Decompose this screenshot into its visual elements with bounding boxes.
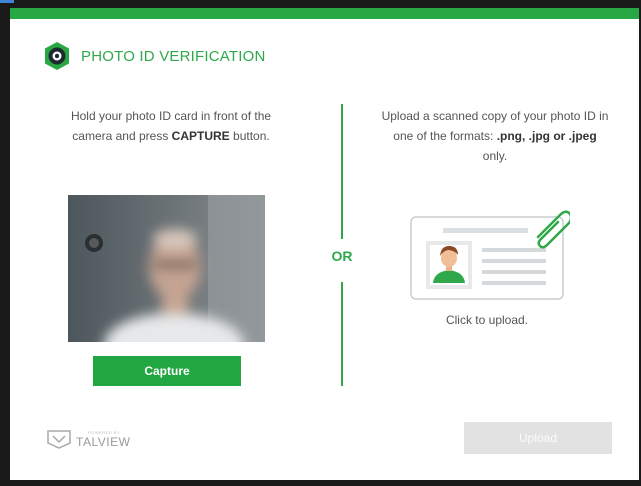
or-separator: OR [331, 248, 353, 264]
capture-instructions: Hold your photo ID card in front of the … [51, 106, 291, 146]
vertical-divider-bottom [341, 282, 343, 386]
window-corner-mark [0, 0, 14, 3]
webcam-feed-image [68, 195, 265, 342]
page-title: PHOTO ID VERIFICATION [81, 47, 266, 65]
capture-instruction-end: button. [229, 129, 270, 143]
brand-name: TALVIEW [76, 434, 131, 449]
photo-id-verification-modal: PHOTO ID VERIFICATION Hold your photo ID… [10, 8, 639, 480]
webcam-preview [68, 195, 265, 342]
capture-keyword: CAPTURE [171, 129, 230, 143]
vertical-divider-top [341, 104, 343, 239]
talview-logo: POWERED BY TALVIEW [46, 429, 130, 449]
allowed-formats: .png, .jpg or .jpeg [496, 129, 597, 143]
talview-logo-icon [47, 430, 71, 449]
id-card-clip-icon [410, 210, 573, 300]
upload-instruction-end: only. [482, 149, 508, 163]
click-to-upload-link[interactable]: Click to upload. [410, 313, 564, 327]
modal-accent-bar [10, 8, 639, 19]
upload-drop-area[interactable] [410, 209, 573, 300]
modal-header: PHOTO ID VERIFICATION [43, 41, 266, 71]
capture-button[interactable]: Capture [93, 356, 241, 386]
upload-instructions: Upload a scanned copy of your photo ID i… [380, 106, 610, 166]
upload-button[interactable]: Upload [464, 422, 612, 454]
camera-badge-icon [45, 42, 69, 70]
